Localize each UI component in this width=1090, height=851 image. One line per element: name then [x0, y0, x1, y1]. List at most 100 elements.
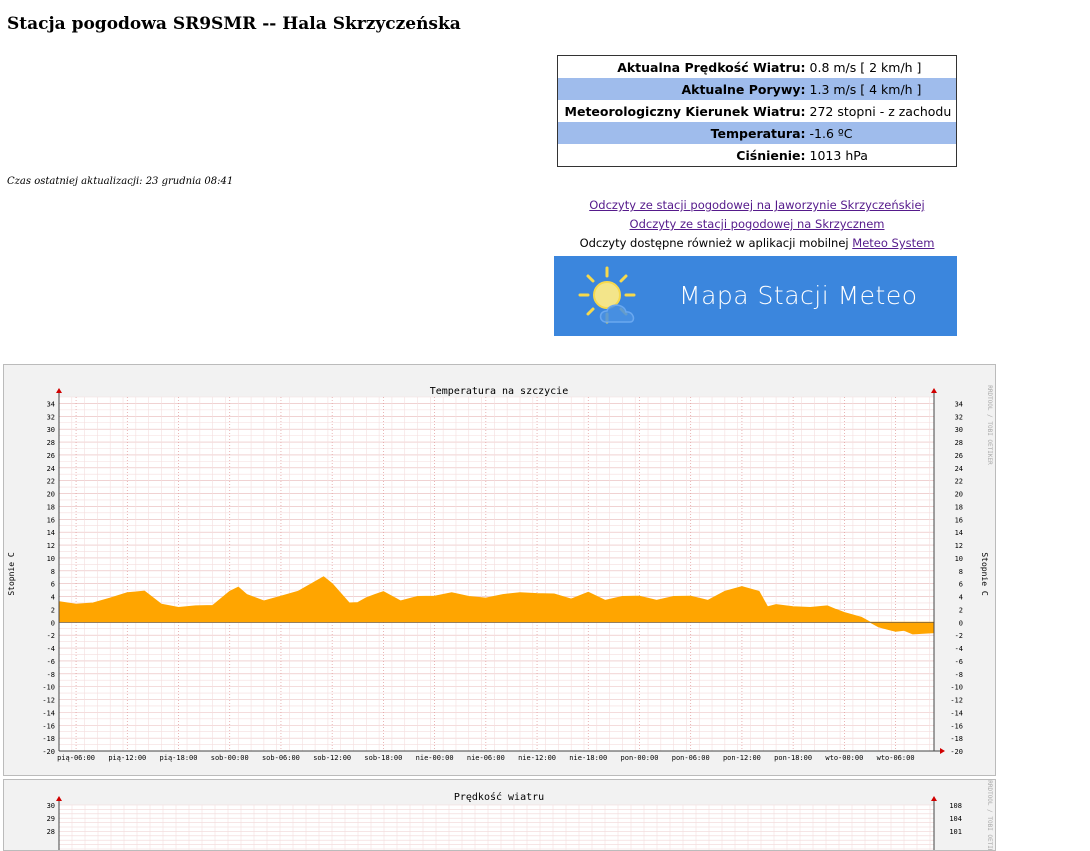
x-tick-label: sob-18:00	[364, 754, 402, 762]
sun-cloud-icon	[578, 266, 636, 324]
y-tick-right: 12	[955, 542, 963, 550]
gust-value: 1.3 m/s [ 4 km/h ]	[809, 81, 922, 97]
y-tick-right: 32	[955, 413, 963, 421]
x-tick-label: pon-00:00	[621, 754, 659, 762]
y-tick-right: 10	[955, 555, 963, 563]
meteo-system-link[interactable]: Meteo System	[852, 236, 934, 250]
y-axis-arrow-right	[931, 796, 937, 801]
y-tick-left: -20	[42, 748, 55, 756]
y-tick-left: 30	[47, 802, 55, 810]
y-tick-right: -4	[955, 645, 963, 653]
wind-direction-value: 272 stopni - z zachodu	[809, 103, 952, 119]
y-tick-right: -6	[955, 658, 963, 666]
y-tick-left: -16	[42, 722, 55, 730]
x-tick-label: pią-12:00	[108, 754, 146, 762]
y-tick-left: 30	[47, 426, 55, 434]
rrdtool-watermark: RRDTOOL / TOBI OETIKER	[986, 385, 993, 465]
y-tick-right: 16	[955, 516, 963, 524]
y-tick-left: 34	[47, 400, 55, 408]
x-tick-label: pią-18:00	[160, 754, 198, 762]
y-axis-arrow-left	[56, 796, 62, 801]
y-tick-left: 24	[47, 465, 55, 473]
wind-speed-chart: 30 29 28 108 104 101 Prędkość wiatru RRDTOOL / …	[47, 780, 993, 850]
y-tick-right: -12	[950, 697, 963, 705]
y-tick-left: 4	[51, 594, 55, 602]
skrzyczne-station-link[interactable]: Odczyty ze stacji pogodowej na Skrzyczne…	[630, 217, 885, 231]
gust-label: Aktualne Porywy:	[681, 81, 806, 97]
y-tick-right: -8	[955, 671, 963, 679]
temperature-label: Temperatura:	[710, 125, 806, 141]
y-tick-right: 22	[955, 478, 963, 486]
x-tick-label: nie-12:00	[518, 754, 556, 762]
y-tick-left: -4	[47, 645, 55, 653]
plot-area	[59, 805, 934, 850]
page-title: Stacja pogodowa SR9SMR -- Hala Skrzyczeń…	[7, 14, 461, 34]
y-tick-left: 8	[51, 568, 55, 576]
wind-direction-row: Meteorologiczny Kierunek Wiatru: 272 sto…	[558, 100, 957, 122]
wind-speed-graph: 30 29 28 108 104 101 Prędkość wiatru RRDTOOL / …	[3, 779, 996, 851]
y-tick-right: 24	[955, 465, 963, 473]
temperature-graph: 34 34 32 32 30 30 28 28 26 26 24 24 22 22 20 20 18 18 16 16…	[3, 364, 996, 776]
y-tick-right: 4	[959, 594, 963, 602]
x-tick-label: nie-18:00	[569, 754, 607, 762]
x-tick-label: wto-06:00	[877, 754, 915, 762]
y-tick-left: 0	[51, 619, 55, 627]
y-tick-right: -16	[950, 722, 963, 730]
y-tick-left: -2	[47, 632, 55, 640]
y-tick-right: 0	[959, 619, 963, 627]
y-tick-left: -18	[42, 735, 55, 743]
y-tick-left: 28	[47, 828, 55, 836]
y-tick-left: 29	[47, 815, 55, 823]
rrdtool-watermark: RRDTOOL / TOBI OETIKER	[986, 780, 993, 850]
x-axis-arrow	[940, 748, 945, 754]
weather-map-banner[interactable]: Mapa Stacji Meteo	[554, 256, 957, 336]
y-tick-right: 6	[959, 581, 963, 589]
x-tick-label: sob-06:00	[262, 754, 300, 762]
pressure-value: 1013 hPa	[809, 147, 868, 163]
y-tick-right: 104	[949, 815, 962, 823]
y-tick-right: -10	[950, 684, 963, 692]
y-tick-left: 32	[47, 413, 55, 421]
y-tick-right: 101	[949, 828, 962, 836]
y-tick-left: 2	[51, 606, 55, 614]
x-tick-label: sob-00:00	[211, 754, 249, 762]
chart-title: Temperatura na szczycie	[430, 386, 568, 397]
y-tick-left: 18	[47, 503, 55, 511]
y-tick-left: 14	[47, 529, 55, 537]
y-tick-right: 20	[955, 491, 963, 499]
y-tick-left: 12	[47, 542, 55, 550]
y-tick-right: 34	[955, 400, 963, 408]
last-update-text: Czas ostatniej aktualizacji: 23 grudnia …	[7, 176, 234, 187]
current-conditions-table: Aktualna Prędkość Wiatru: 0.8 m/s [ 2 km…	[557, 55, 957, 167]
y-tick-left: -8	[47, 671, 55, 679]
y-tick-left: 16	[47, 516, 55, 524]
x-tick-label: pon-12:00	[723, 754, 761, 762]
y-axis-arrow-left	[56, 388, 62, 393]
x-tick-label: nie-06:00	[467, 754, 505, 762]
y-axis-arrow-right	[931, 388, 937, 393]
y-tick-right: 14	[955, 529, 963, 537]
jaworzyna-station-link[interactable]: Odczyty ze stacji pogodowej na Jaworzyni…	[589, 198, 925, 212]
y-axis-label-right: Stopnie C	[980, 552, 989, 596]
y-tick-left: 6	[51, 581, 55, 589]
plot-area	[59, 397, 934, 751]
wind-speed-label: Aktualna Prędkość Wiatru:	[617, 59, 806, 75]
wind-direction-label: Meteorologiczny Kierunek Wiatru:	[564, 103, 806, 119]
x-tick-label: wto-00:00	[825, 754, 863, 762]
banner-title: Mapa Stacji Meteo	[679, 281, 918, 310]
y-tick-left: -14	[42, 709, 55, 717]
y-tick-right: -20	[950, 748, 963, 756]
y-tick-right: 2	[959, 606, 963, 614]
x-tick-label: pią-06:00	[57, 754, 95, 762]
y-tick-left: 20	[47, 491, 55, 499]
pressure-row: Ciśnienie: 1013 hPa	[558, 144, 957, 167]
y-tick-left: -10	[42, 684, 55, 692]
wind-speed-value: 0.8 m/s [ 2 km/h ]	[809, 59, 922, 75]
station-links: Odczyty ze stacji pogodowej na Jaworzyni…	[557, 196, 957, 253]
y-tick-right: 26	[955, 452, 963, 460]
wind-speed-row: Aktualna Prędkość Wiatru: 0.8 m/s [ 2 km…	[558, 56, 957, 79]
y-tick-right: 28	[955, 439, 963, 447]
y-tick-right: -2	[955, 632, 963, 640]
x-tick-label: nie-00:00	[416, 754, 454, 762]
y-tick-left: -12	[42, 697, 55, 705]
